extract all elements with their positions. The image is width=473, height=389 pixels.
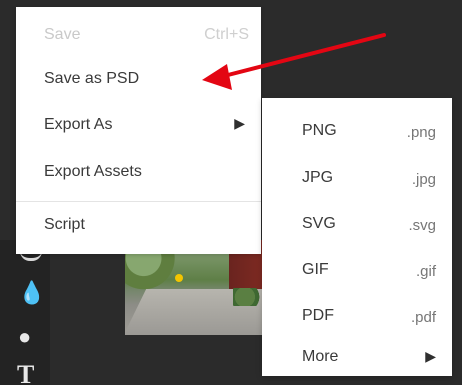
export-assets-menu-item[interactable]: Export Assets [16, 152, 261, 196]
export-pdf-item[interactable]: PDF .pdf [262, 297, 452, 339]
script-menu-item[interactable]: Script [16, 205, 261, 249]
svg-label: SVG [302, 215, 336, 232]
save-as-psd-label: Save as PSD [44, 70, 140, 87]
jpg-extension: .jpg [411, 171, 436, 188]
jpg-label: JPG [302, 169, 334, 186]
canvas-photo [125, 240, 285, 335]
save-as-psd-menu-item[interactable]: Save as PSD [16, 59, 261, 103]
save-shortcut: Ctrl+S [204, 26, 249, 43]
file-menu: Save Ctrl+S Save as PSD Export As ▶ Expo… [16, 7, 261, 254]
svg-extension: .svg [408, 217, 436, 234]
save-menu-item[interactable]: Save Ctrl+S [16, 15, 261, 59]
caret-right-icon: ▶ [425, 348, 436, 364]
caret-right-icon: ▶ [234, 115, 245, 131]
drop-tool-icon[interactable]: 💧 [18, 282, 45, 304]
text-tool-icon[interactable]: T [17, 362, 34, 388]
export-as-menu-item[interactable]: Export As ▶ [16, 105, 261, 149]
export-assets-label: Export Assets [44, 163, 142, 180]
png-extension: .png [406, 124, 436, 141]
photo-sign [175, 274, 183, 282]
gif-label: GIF [302, 261, 329, 278]
export-more-item[interactable]: More ▶ [262, 338, 452, 380]
pdf-label: PDF [302, 307, 334, 324]
dodge-tool-icon[interactable]: ● [18, 326, 31, 348]
gif-extension: .gif [415, 263, 436, 280]
export-svg-item[interactable]: SVG .svg [262, 205, 452, 247]
export-submenu: PNG .png JPG .jpg SVG .svg GIF .gif PDF … [262, 98, 452, 376]
script-label: Script [44, 216, 85, 233]
pdf-extension: .pdf [410, 309, 436, 326]
export-as-label: Export As [44, 116, 113, 133]
export-png-item[interactable]: PNG .png [262, 112, 452, 154]
menu-divider [16, 201, 261, 202]
save-label: Save [44, 26, 81, 43]
export-gif-item[interactable]: GIF .gif [262, 251, 452, 293]
export-jpg-item[interactable]: JPG .jpg [262, 159, 452, 201]
png-label: PNG [302, 122, 337, 139]
more-label: More [302, 348, 339, 365]
